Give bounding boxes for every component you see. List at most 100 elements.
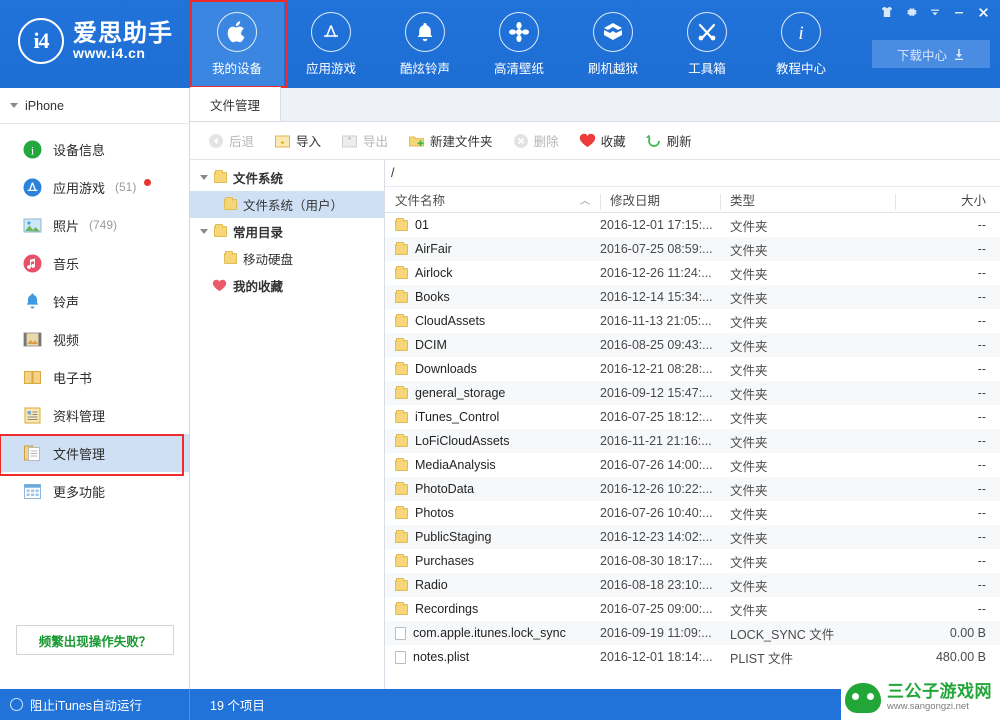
- nav-label: 工具箱: [688, 62, 726, 76]
- new-folder-button[interactable]: 新建文件夹: [400, 127, 501, 155]
- download-center-button[interactable]: 下载中心: [872, 40, 990, 68]
- table-row[interactable]: general_storage 2016-09-12 15:47:... 文件夹 --: [385, 381, 1000, 405]
- file-type: 文件夹: [730, 459, 768, 474]
- new-folder-icon: [409, 136, 425, 146]
- file-type: 文件夹: [730, 483, 768, 498]
- sidebar-item-ebooks[interactable]: 电子书: [0, 358, 189, 396]
- sidebar-item-music[interactable]: 音乐: [0, 244, 189, 282]
- table-row[interactable]: LoFiCloudAssets 2016-11-21 21:16:... 文件夹 --: [385, 429, 1000, 453]
- toggle-circle-icon: [10, 698, 23, 711]
- column-header-size[interactable]: 大小: [895, 190, 1000, 210]
- nav-item-wallpapers[interactable]: 高清壁纸: [472, 2, 566, 86]
- file-name: general_storage: [415, 386, 506, 400]
- block-itunes-toggle[interactable]: 阻止iTunes自动运行: [0, 689, 190, 720]
- tab-file-management[interactable]: 文件管理: [190, 87, 282, 121]
- tree-node-filesystem[interactable]: 文件系统: [190, 164, 384, 191]
- table-row[interactable]: MediaAnalysis 2016-07-26 14:00:... 文件夹 --: [385, 453, 1000, 477]
- minimize-icon[interactable]: [948, 2, 970, 22]
- file-size: --: [977, 314, 986, 328]
- data-doc-icon: [22, 405, 43, 426]
- back-label: 后退: [229, 135, 255, 149]
- table-row[interactable]: Photos 2016-07-26 10:40:... 文件夹 --: [385, 501, 1000, 525]
- column-header-date[interactable]: 修改日期: [600, 190, 720, 210]
- new-folder-label: 新建文件夹: [430, 135, 493, 149]
- file-type: 文件夹: [730, 315, 768, 330]
- table-row[interactable]: CloudAssets 2016-11-13 21:05:... 文件夹 --: [385, 309, 1000, 333]
- sidebar-item-data-management[interactable]: 资料管理: [0, 396, 189, 434]
- nav-item-ringtones[interactable]: 酷炫铃声: [378, 2, 472, 86]
- nav-item-tutorials[interactable]: i 教程中心: [754, 2, 848, 86]
- table-row[interactable]: Downloads 2016-12-21 08:28:... 文件夹 --: [385, 357, 1000, 381]
- operation-failure-help-button[interactable]: 频繁出现操作失败？: [16, 625, 174, 655]
- close-icon[interactable]: [972, 2, 994, 22]
- table-row[interactable]: iTunes_Control 2016-07-25 18:12:... 文件夹 --: [385, 405, 1000, 429]
- sidebar-item-photos[interactable]: 照片 (749): [0, 206, 189, 244]
- table-row[interactable]: PhotoData 2016-12-26 10:22:... 文件夹 --: [385, 477, 1000, 501]
- export-button[interactable]: 导出: [333, 127, 396, 155]
- column-header-name[interactable]: 文件名称 ︿: [385, 190, 600, 209]
- table-row[interactable]: Radio 2016-08-18 23:10:... 文件夹 --: [385, 573, 1000, 597]
- folder-icon: [395, 337, 408, 351]
- table-row[interactable]: AirFair 2016-07-25 08:59:... 文件夹 --: [385, 237, 1000, 261]
- notification-badge-icon: [144, 178, 152, 186]
- column-header-type[interactable]: 类型: [720, 190, 895, 210]
- main-nav: 我的设备 应用游戏 酷炫铃声 高清壁纸 刷机越狱 工具箱 i 教程中心: [190, 0, 848, 88]
- path-bar[interactable]: /: [385, 160, 1000, 187]
- nav-item-toolbox[interactable]: 工具箱: [660, 2, 754, 86]
- table-row[interactable]: Recordings 2016-07-25 09:00:... 文件夹 --: [385, 597, 1000, 621]
- tree-node-filesystem-user[interactable]: 文件系统（用户）: [190, 191, 384, 218]
- sidebar-item-label: 应用游戏: [53, 180, 106, 196]
- nav-label: 我的设备: [211, 62, 262, 76]
- heart-favorite-icon: [579, 133, 595, 147]
- file-size: --: [977, 410, 986, 424]
- sidebar-item-videos[interactable]: 视频: [0, 320, 189, 358]
- sidebar-item-ringtones[interactable]: 铃声: [0, 282, 189, 320]
- device-header[interactable]: iPhone: [0, 88, 189, 124]
- file-size: --: [977, 554, 986, 568]
- table-row[interactable]: 01 2016-12-01 17:15:... 文件夹 --: [385, 213, 1000, 237]
- table-row[interactable]: PublicStaging 2016-12-23 14:02:... 文件夹 --: [385, 525, 1000, 549]
- menu-chevron-down-icon[interactable]: [924, 2, 946, 22]
- file-date: 2016-12-21 08:28:...: [600, 362, 713, 376]
- file-date: 2016-08-18 23:10:...: [600, 578, 713, 592]
- delete-button[interactable]: 删除: [505, 127, 567, 155]
- bell-icon: [405, 12, 445, 52]
- tree-node-common-dirs[interactable]: 常用目录: [190, 218, 384, 245]
- nav-item-apps-games[interactable]: 应用游戏: [284, 2, 378, 86]
- table-row[interactable]: notes.plist 2016-12-01 18:14:... PLIST 文件 4…: [385, 645, 1000, 669]
- nav-item-flash-jailbreak[interactable]: 刷机越狱: [566, 2, 660, 86]
- file-date: 2016-12-26 11:24:...: [600, 266, 712, 280]
- sidebar-item-more-features[interactable]: 更多功能: [0, 472, 189, 510]
- file-name: PhotoData: [415, 482, 475, 496]
- favorite-button[interactable]: 收藏: [571, 127, 634, 155]
- file-type: 文件夹: [730, 339, 768, 354]
- sidebar-item-file-management[interactable]: 文件管理: [0, 434, 189, 476]
- settings-gear-icon[interactable]: [900, 2, 922, 22]
- skin-icon[interactable]: [876, 2, 898, 22]
- chevron-down-icon: [200, 175, 208, 180]
- sidebar-item-count: (749): [89, 218, 118, 232]
- box-icon: [593, 12, 633, 52]
- refresh-label: 刷新: [666, 135, 692, 149]
- table-row[interactable]: Purchases 2016-08-30 18:17:... 文件夹 --: [385, 549, 1000, 573]
- file-icon: [395, 650, 406, 664]
- table-row[interactable]: com.apple.itunes.lock_sync 2016-09-19 11:…: [385, 621, 1000, 645]
- watermark: 三公子游戏网 www.sangongzi.net: [841, 676, 1000, 720]
- refresh-button[interactable]: 刷新: [638, 127, 700, 155]
- tree-node-removable-drive[interactable]: 移动硬盘: [190, 245, 384, 272]
- sidebar-item-apps-games[interactable]: 应用游戏 (51): [0, 168, 189, 206]
- nav-label: 应用游戏: [305, 62, 356, 76]
- table-row[interactable]: Airlock 2016-12-26 11:24:... 文件夹 --: [385, 261, 1000, 285]
- file-date: 2016-07-25 08:59:...: [600, 242, 713, 256]
- tree-node-my-favorites[interactable]: 我的收藏: [190, 272, 384, 299]
- back-button[interactable]: 后退: [200, 127, 262, 155]
- sidebar-item-device-info[interactable]: i 设备信息: [0, 130, 189, 168]
- table-row[interactable]: Books 2016-12-14 15:34:... 文件夹 --: [385, 285, 1000, 309]
- block-itunes-label: 阻止iTunes自动运行: [30, 699, 143, 713]
- import-button[interactable]: 导入: [266, 127, 329, 155]
- nav-item-my-device[interactable]: 我的设备: [190, 0, 288, 88]
- file-name: notes.plist: [413, 650, 470, 664]
- table-row[interactable]: DCIM 2016-08-25 09:43:... 文件夹 --: [385, 333, 1000, 357]
- chevron-down-icon: [200, 229, 208, 234]
- file-name: Purchases: [415, 554, 475, 568]
